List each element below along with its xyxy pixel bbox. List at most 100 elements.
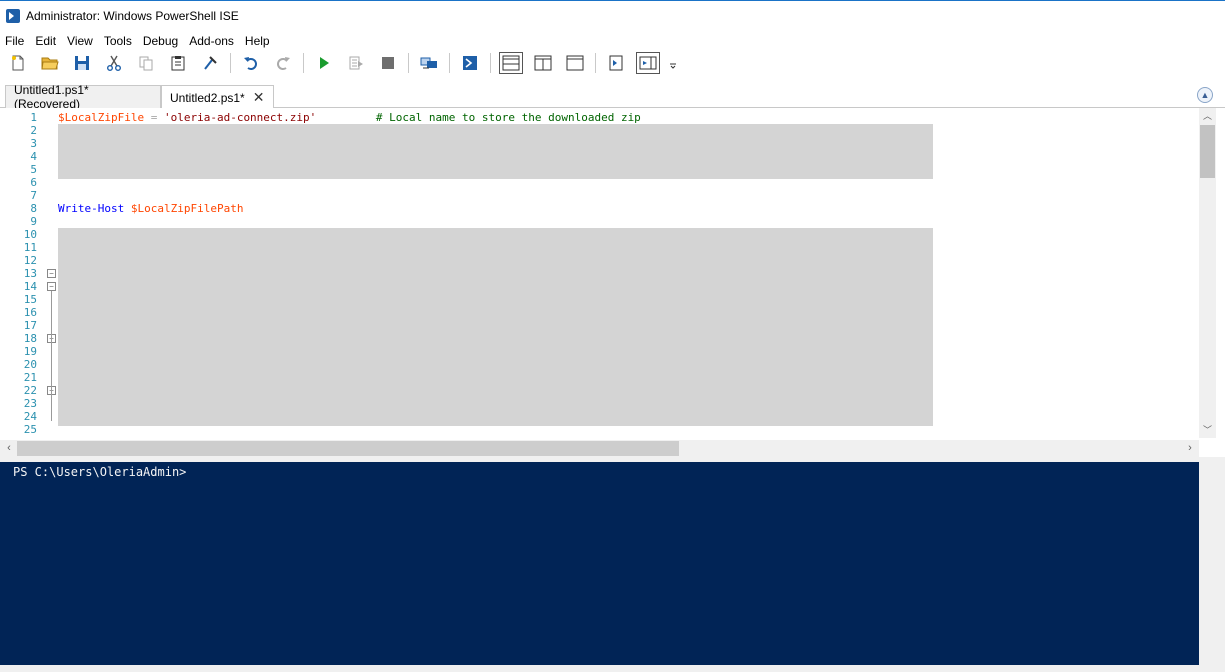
scroll-left-icon[interactable]: ‹ xyxy=(2,440,16,457)
run-script-button[interactable] xyxy=(312,52,336,74)
menu-edit[interactable]: Edit xyxy=(35,34,56,48)
run-script-icon xyxy=(320,57,329,69)
line-number: 22 xyxy=(23,384,37,397)
fold-guide xyxy=(51,291,52,421)
line-number: 10 xyxy=(23,228,37,241)
copy-button[interactable] xyxy=(134,52,158,74)
remote-tab-icon xyxy=(420,57,437,69)
line-number: 14 xyxy=(23,280,37,293)
scroll-up-icon[interactable]: ︿ xyxy=(1199,109,1216,123)
toolbar-separator xyxy=(230,53,231,73)
close-tab-icon[interactable]: ✕ xyxy=(253,89,265,106)
line-number-gutter: 1 2 3 4 5 6 7 8 9 10 11 12 13 14 15 16 1… xyxy=(0,108,44,438)
line-number: 19 xyxy=(23,345,37,358)
clear-console-button[interactable] xyxy=(198,52,222,74)
menu-help[interactable]: Help xyxy=(245,34,270,48)
code-line-8: Write-Host $LocalZipFilePath xyxy=(58,202,243,215)
stop-button[interactable] xyxy=(376,52,400,74)
tab-label: Untitled1.ps1*(Recovered) xyxy=(14,83,89,111)
console-vertical-scrollbar[interactable] xyxy=(1199,462,1225,665)
line-number: 6 xyxy=(30,176,37,189)
new-file-icon xyxy=(12,55,24,71)
collapse-script-pane-icon[interactable]: ▲ xyxy=(1197,87,1213,103)
redacted-code-block xyxy=(58,124,933,179)
fold-toggle[interactable]: − xyxy=(47,282,56,291)
line-number: 9 xyxy=(30,215,37,228)
redacted-code-block xyxy=(58,228,933,426)
line-number: 20 xyxy=(23,358,37,371)
save-icon xyxy=(75,56,89,70)
line-number: 24 xyxy=(23,410,37,423)
layout-right-button[interactable] xyxy=(531,52,555,74)
line-number: 13 xyxy=(23,267,37,280)
open-button[interactable] xyxy=(38,52,62,74)
fold-toggle[interactable]: − xyxy=(47,269,56,278)
line-number: 5 xyxy=(30,163,37,176)
tab-untitled2[interactable]: Untitled2.ps1* ✕ xyxy=(161,85,274,109)
show-script-pane-icon xyxy=(609,55,623,71)
code-padding xyxy=(316,111,376,124)
line-number: 8 xyxy=(30,202,37,215)
script-editor[interactable]: 1 2 3 4 5 6 7 8 9 10 11 12 13 14 15 16 1… xyxy=(0,108,1225,453)
line-number: 17 xyxy=(23,319,37,332)
save-button[interactable] xyxy=(70,52,94,74)
menu-tools[interactable]: Tools xyxy=(104,34,132,48)
tab-untitled1[interactable]: Untitled1.ps1*(Recovered) xyxy=(5,83,161,111)
line-number: 4 xyxy=(30,150,37,163)
line-number: 23 xyxy=(23,397,37,410)
editor-horizontal-scrollbar[interactable]: ‹ › xyxy=(0,440,1199,457)
layout-max-button[interactable] xyxy=(563,52,587,74)
layout-top-button[interactable] xyxy=(499,52,523,74)
line-number: 3 xyxy=(30,137,37,150)
line-number: 16 xyxy=(23,306,37,319)
status-strip xyxy=(0,665,1225,672)
toolbar-overflow-icon xyxy=(670,63,676,69)
scroll-down-icon[interactable]: ﹀ xyxy=(1199,423,1216,437)
console-pane[interactable]: PS C:\Users\OleriaAdmin> xyxy=(0,462,1199,665)
run-selection-icon xyxy=(349,56,363,70)
paste-button[interactable] xyxy=(166,52,190,74)
show-commands-button[interactable] xyxy=(636,52,660,74)
menu-add-ons[interactable]: Add-ons xyxy=(189,34,234,48)
cut-button[interactable] xyxy=(102,52,126,74)
stop-icon xyxy=(382,57,394,69)
toolbar xyxy=(0,50,1225,76)
clear-console-icon xyxy=(204,56,217,70)
menu-bar: File Edit View Tools Debug Add-ons Help xyxy=(0,32,281,50)
scroll-thumb[interactable] xyxy=(1200,125,1215,178)
script-tab-strip: Untitled1.ps1*(Recovered) Untitled2.ps1*… xyxy=(0,83,1225,111)
line-number: 25 xyxy=(23,423,37,436)
editor-vertical-scrollbar[interactable]: ︿ ﹀ xyxy=(1199,108,1216,438)
toolbar-separator xyxy=(408,53,409,73)
show-commands-icon xyxy=(639,56,657,70)
toolbar-overflow-button[interactable] xyxy=(668,52,678,74)
open-folder-icon xyxy=(41,57,59,70)
new-remote-tab-button[interactable] xyxy=(417,52,441,74)
scroll-thumb[interactable] xyxy=(17,441,679,456)
window-title: Administrator: Windows PowerShell ISE xyxy=(26,9,239,23)
new-file-button[interactable] xyxy=(6,52,30,74)
toolbar-separator xyxy=(303,53,304,73)
toolbar-separator xyxy=(490,53,491,73)
menu-view[interactable]: View xyxy=(67,34,93,48)
line-number: 18 xyxy=(23,332,37,345)
start-powershell-button[interactable] xyxy=(458,52,482,74)
undo-icon xyxy=(244,57,257,70)
menu-file[interactable]: File xyxy=(5,34,24,48)
show-script-pane-button[interactable] xyxy=(604,52,628,74)
line-number: 7 xyxy=(30,189,37,202)
undo-button[interactable] xyxy=(239,52,263,74)
redo-icon xyxy=(277,57,290,70)
scroll-right-icon[interactable]: › xyxy=(1183,440,1197,457)
run-selection-button[interactable] xyxy=(344,52,368,74)
line-number: 11 xyxy=(23,241,37,254)
redo-button[interactable] xyxy=(271,52,295,74)
console-prompt: PS C:\Users\OleriaAdmin> xyxy=(13,465,187,479)
menu-debug[interactable]: Debug xyxy=(143,34,178,48)
code-operator: = xyxy=(144,111,164,124)
code-variable: $LocalZipFile xyxy=(58,111,145,124)
line-number: 2 xyxy=(30,124,37,137)
cut-icon xyxy=(107,55,121,71)
paste-icon xyxy=(171,56,185,71)
